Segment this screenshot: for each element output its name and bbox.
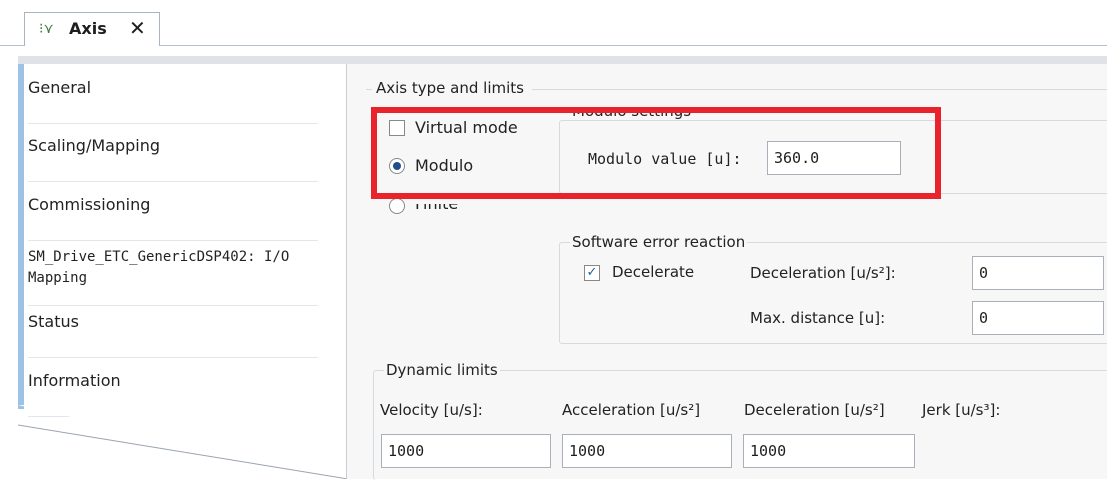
software-error-title: Software error reaction [570,233,748,251]
max-distance-input[interactable]: 0 [972,301,1104,335]
sidebar-item-io-mapping[interactable]: SM_Drive_ETC_GenericDSP402: I/O Mapping [28,246,318,306]
deceleration-input[interactable]: 0 [972,256,1104,290]
sidebar-item-general[interactable]: General [28,78,318,124]
sidebar-item-label: Commissioning [28,195,151,214]
axis-type-divider-left [366,89,372,90]
jerk-label: Jerk [u/s³]: [922,401,1001,419]
velocity-input[interactable]: 1000 [381,434,551,468]
axis-icon: ⁝⋎ [39,21,54,37]
sidebar-item-commissioning[interactable]: Commissioning [28,195,318,241]
sidebar-item-label: Status [28,312,79,331]
decelerate-label: Decelerate [612,263,695,281]
velocity-label: Velocity [u/s]: [380,401,483,419]
acceleration-label: Acceleration [u/s²] [562,401,701,419]
sidebar-item-label-line2: Mapping [28,270,88,286]
sidebar-item-status[interactable]: Status [28,312,318,358]
dynamic-limits-title: Dynamic limits [384,361,500,379]
sidebar: General Scaling/Mapping Commissioning SM… [18,64,346,424]
sidebar-selection-bar [18,64,24,409]
editor-top-border [18,56,1107,64]
max-distance-label: Max. distance [u]: [750,309,886,327]
acceleration-input[interactable]: 1000 [562,434,732,468]
tab-title: Axis [69,19,107,38]
sidebar-item-label: Information [28,371,121,390]
highlight-box [371,107,941,199]
tab-strip-border [0,45,1107,46]
decelerate-checkbox[interactable]: ✓ [584,265,600,281]
dynamic-deceleration-label: Deceleration [u/s²] [744,401,885,419]
sidebar-item-label: Scaling/Mapping [28,136,160,155]
tab-strip [0,0,1107,46]
sidebar-item-label: SM_Drive_ETC_GenericDSP402: I/O [28,249,290,265]
tab-axis[interactable]: ⁝⋎ Axis ✕ [24,12,160,46]
deceleration-label: Deceleration [u/s²]: [750,264,896,282]
sidebar-item-scaling-mapping[interactable]: Scaling/Mapping [28,136,318,182]
sidebar-item-label: General [28,78,92,97]
axis-type-title: Axis type and limits [376,79,524,97]
finite-radio[interactable] [389,198,405,214]
close-icon[interactable]: ✕ [129,16,146,40]
axis-type-divider [532,89,1107,90]
sidebar-bottom-edge [18,405,348,479]
dynamic-deceleration-input[interactable]: 1000 [743,434,915,468]
